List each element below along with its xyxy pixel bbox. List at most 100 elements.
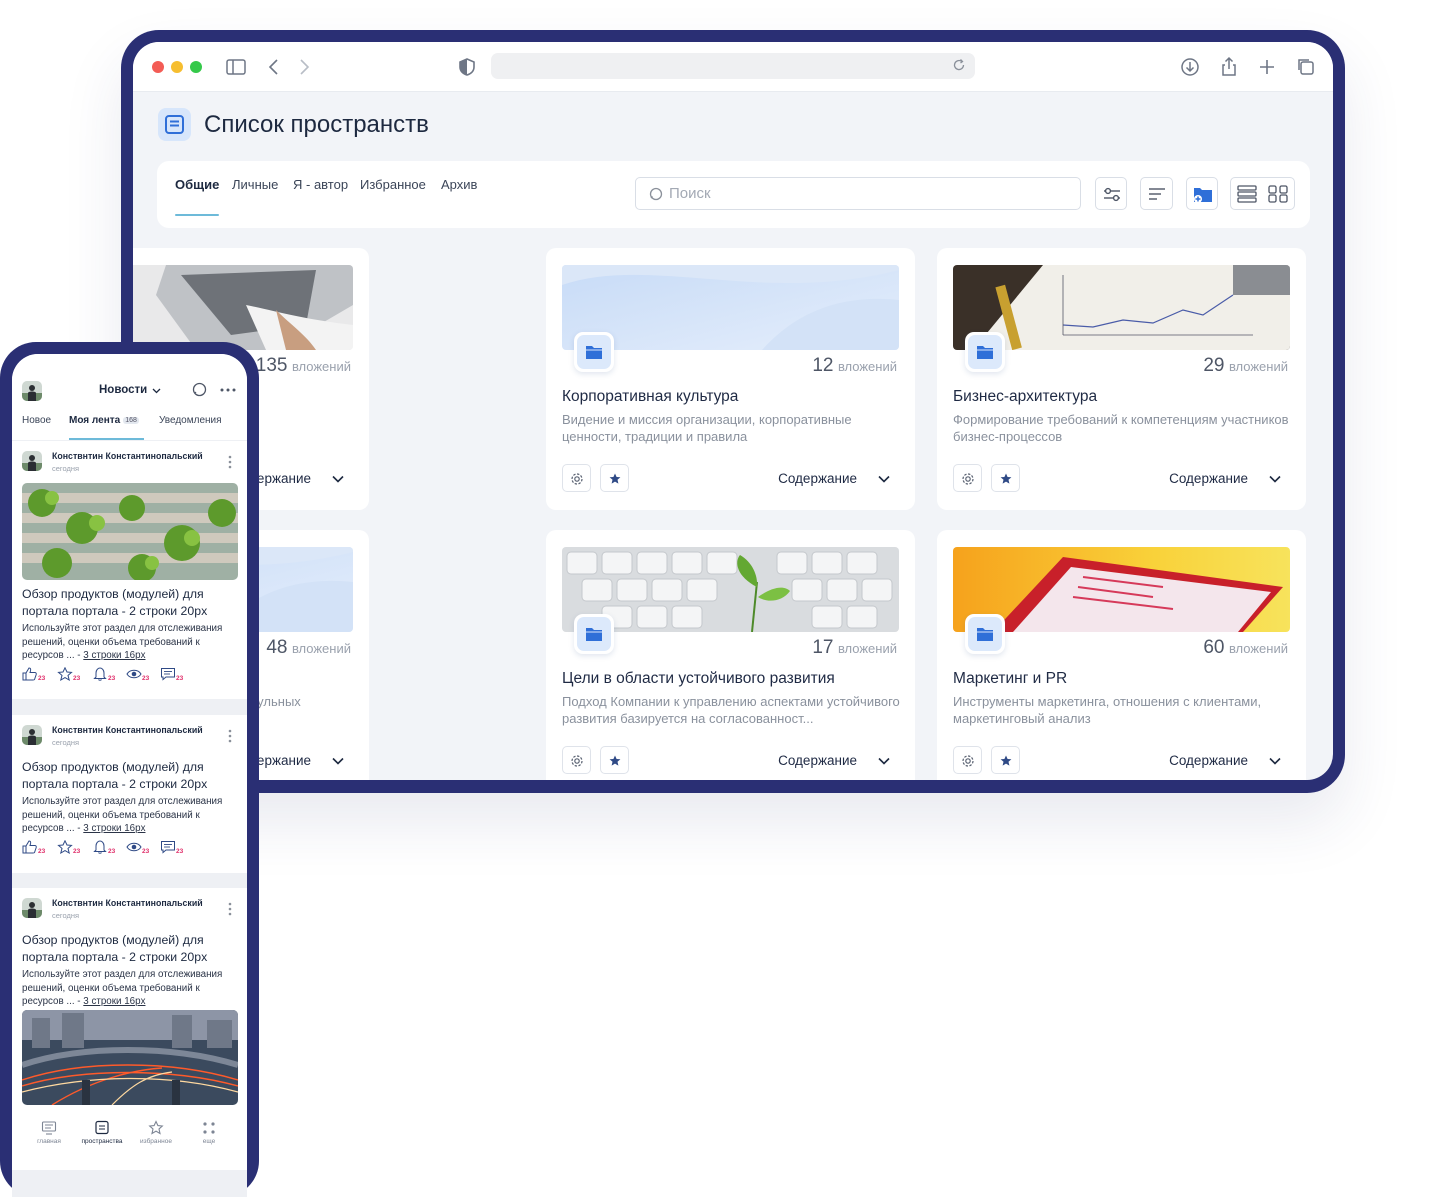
post-author[interactable]: Конствнтин Константинопальский (52, 725, 203, 735)
card-favorite-button[interactable] (991, 746, 1020, 774)
back-icon[interactable] (263, 56, 285, 78)
space-card[interactable]: 17 вложений Цели в области устойчивого ра… (546, 530, 915, 780)
card-settings-button[interactable] (562, 464, 591, 492)
browser-window: Список пространств Общие Личные Я - авто… (133, 42, 1333, 780)
card-content-toggle[interactable]: Содержание (778, 753, 857, 768)
card-favorite-button[interactable] (991, 464, 1020, 492)
feed-post[interactable]: Конствнтин Константинопальский сегодня Обз… (12, 888, 247, 1133)
nav-favorites[interactable]: избранное (129, 1120, 183, 1145)
chevron-down-icon[interactable] (331, 472, 345, 486)
tab-new[interactable]: Новое (22, 415, 51, 426)
bottom-navigation: главная пространства избранное еще (12, 1116, 247, 1170)
bell-icon (92, 667, 108, 685)
search-icon[interactable] (192, 382, 207, 397)
search-input[interactable]: Поиск (635, 177, 1081, 210)
read-more-link[interactable]: 3 строки 16px (83, 823, 145, 834)
reaction-eye[interactable]: 23 (126, 840, 161, 858)
card-content-toggle[interactable]: Содержание (1169, 471, 1248, 486)
like-icon (22, 840, 38, 858)
card-favorite-button[interactable] (600, 464, 629, 492)
folder-icon (574, 614, 614, 654)
space-card[interactable]: 60 вложений Маркетинг и PR Инструменты мар… (937, 530, 1306, 780)
nav-spaces[interactable]: пространства (75, 1120, 129, 1145)
reaction-comment[interactable]: 23 (160, 840, 195, 858)
reaction-bell[interactable]: 23 (92, 667, 127, 685)
sidebar-toggle-icon[interactable] (225, 56, 247, 78)
reaction-like[interactable]: 23 (22, 840, 57, 858)
feed-post[interactable]: Конствнтин Константинопальский сегодня Обз… (12, 715, 247, 873)
chevron-down-icon[interactable] (1268, 472, 1282, 486)
card-settings-button[interactable] (953, 464, 982, 492)
tab-general[interactable]: Общие (175, 177, 219, 192)
more-vertical-icon[interactable] (228, 729, 232, 743)
reaction-bell[interactable]: 23 (92, 840, 127, 858)
avatar[interactable] (22, 898, 42, 918)
read-more-link[interactable]: 3 строки 16px (83, 996, 145, 1007)
reaction-star[interactable]: 23 (57, 839, 92, 858)
more-icon[interactable] (220, 388, 236, 392)
tab-favorites[interactable]: Избранное (360, 177, 426, 192)
space-card[interactable]: 12 вложений Корпоративная культура Видение… (546, 248, 915, 510)
post-title[interactable]: Обзор продуктов (модулей) для портала по… (22, 932, 242, 965)
reaction-like[interactable]: 23 (22, 667, 57, 685)
tabs-overview-icon[interactable] (1295, 56, 1317, 78)
feed-selector[interactable]: Новости (99, 384, 147, 396)
tab-personal[interactable]: Личные (232, 177, 278, 192)
post-image[interactable] (22, 483, 238, 580)
card-title[interactable]: Цели в области устойчивого развития (562, 670, 835, 688)
post-image[interactable] (22, 1010, 238, 1105)
post-author[interactable]: Конствнтин Константинопальский (52, 451, 203, 461)
forward-icon[interactable] (293, 56, 315, 78)
more-vertical-icon[interactable] (228, 455, 232, 469)
sort-button[interactable] (1140, 177, 1173, 210)
download-icon[interactable] (1179, 56, 1201, 78)
card-title[interactable]: Бизнес-архитектура (953, 388, 1097, 406)
chevron-down-icon[interactable] (1268, 754, 1282, 768)
reaction-comment[interactable]: 23 (160, 667, 195, 685)
tab-archive[interactable]: Архив (441, 177, 477, 192)
chevron-down-icon[interactable] (152, 388, 161, 394)
more-vertical-icon[interactable] (228, 902, 232, 916)
tab-my-feed[interactable]: Моя лента 168 (69, 415, 139, 426)
reload-icon[interactable] (951, 57, 967, 73)
view-toggle[interactable] (1230, 177, 1295, 210)
avatar[interactable] (22, 725, 42, 745)
chevron-down-icon[interactable] (877, 472, 891, 486)
reaction-eye[interactable]: 23 (126, 667, 161, 685)
card-settings-button[interactable] (562, 746, 591, 774)
avatar[interactable] (22, 381, 42, 401)
space-card[interactable]: 29 вложений Бизнес-архитектура Формировани… (937, 248, 1306, 510)
card-content-toggle[interactable]: Содержание (1169, 753, 1248, 768)
new-tab-icon[interactable] (1256, 56, 1278, 78)
post-title[interactable]: Обзор продуктов (модулей) для портала по… (22, 759, 242, 792)
card-content-toggle[interactable]: Содержание (778, 471, 857, 486)
avatar[interactable] (22, 451, 42, 471)
card-title[interactable]: Маркетинг и PR (953, 670, 1067, 688)
chevron-down-icon[interactable] (877, 754, 891, 768)
shield-icon[interactable] (456, 56, 478, 78)
add-space-button[interactable] (1186, 177, 1218, 210)
post-title[interactable]: Обзор продуктов (модулей) для портала по… (22, 586, 242, 619)
card-favorite-button[interactable] (600, 746, 629, 774)
card-title[interactable]: Корпоративная культура (562, 388, 738, 406)
feed-post[interactable]: Конствнтин Константинопальский сегодня Обз… (12, 441, 247, 699)
tab-notifications[interactable]: Уведомления (159, 415, 222, 426)
read-more-link[interactable]: 3 строки 16px (83, 650, 145, 661)
share-icon[interactable] (1218, 56, 1240, 78)
nav-more[interactable]: еще (182, 1120, 236, 1145)
phone-screen: Новости Новое Моя лента 168 Уведомления К… (12, 354, 247, 1197)
filter-settings-button[interactable] (1095, 177, 1127, 210)
tab-authored[interactable]: Я - автор (293, 177, 348, 192)
close-window-button[interactable] (152, 61, 164, 73)
nav-home[interactable]: главная (22, 1120, 76, 1145)
list-view-icon[interactable] (1237, 185, 1257, 203)
post-author[interactable]: Конствнтин Константинопальский (52, 898, 203, 908)
address-bar[interactable] (491, 53, 975, 79)
reaction-star[interactable]: 23 (57, 666, 92, 685)
maximize-window-button[interactable] (190, 61, 202, 73)
chevron-down-icon[interactable] (331, 754, 345, 768)
grid-view-icon[interactable] (1268, 185, 1288, 203)
card-settings-button[interactable] (953, 746, 982, 774)
minimize-window-button[interactable] (171, 61, 183, 73)
folder-icon (977, 346, 993, 359)
